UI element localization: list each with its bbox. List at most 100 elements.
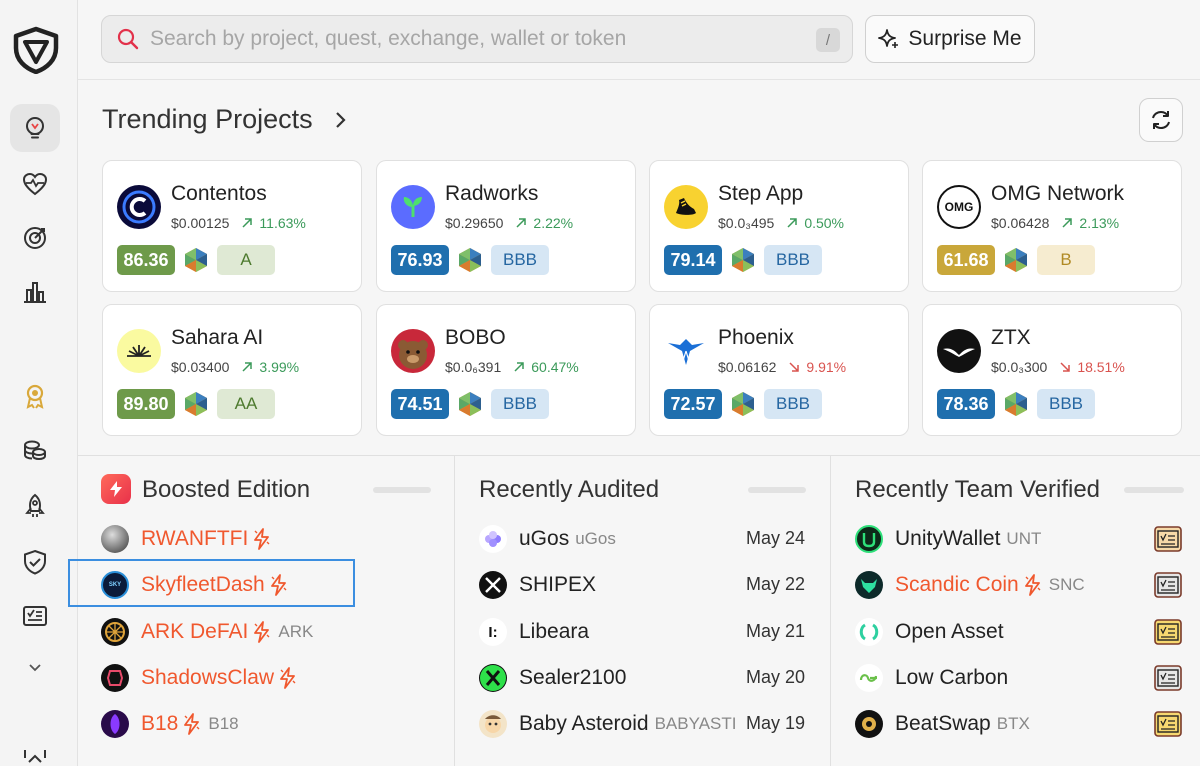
nav-rewards[interactable] <box>10 372 60 420</box>
recently-audited-title: Recently Audited <box>479 476 660 503</box>
trending-card[interactable]: Radworks $0.29650 2.22% 76.93 BBB <box>376 160 636 292</box>
nav-security[interactable] <box>10 538 60 586</box>
project-name: Sahara AI <box>171 326 264 349</box>
project-name: ShadowsClaw <box>141 666 275 689</box>
audited-list-item[interactable]: I: Libeara <box>479 614 739 650</box>
trending-projects-header[interactable]: Trending Projects <box>102 104 351 135</box>
project-name: ZTX <box>991 326 1031 349</box>
boosted-list-item[interactable]: ARK DeFAI ARK <box>101 614 313 650</box>
bobo-logo-icon <box>391 329 435 373</box>
boosted-list-item[interactable]: B18 B18 <box>101 706 239 742</box>
panels-divider <box>78 455 1200 456</box>
project-name: Sealer2100 <box>519 666 627 689</box>
open-asset-logo-icon <box>855 618 883 646</box>
nav-target[interactable] <box>10 214 60 262</box>
project-price: $0.0₃300 <box>991 359 1048 375</box>
project-name: Low Carbon <box>895 666 1009 689</box>
security-rating: AA <box>217 389 275 419</box>
security-rating: B <box>1037 245 1095 275</box>
project-price-row: $0.0₆391 60.47% <box>445 359 579 375</box>
project-price-row: $0.06428 2.13% <box>991 215 1119 231</box>
audited-list-item[interactable]: Sealer2100 <box>479 660 739 696</box>
price-change: 18.51% <box>1059 359 1125 375</box>
baby-asteroid-logo-icon <box>479 710 507 738</box>
ugos-logo-icon <box>479 525 507 553</box>
price-change: 0.50% <box>786 215 844 231</box>
price-change: 2.13% <box>1061 215 1119 231</box>
surprise-me-label: Surprise Me <box>908 27 1022 50</box>
search-box[interactable]: / <box>101 15 853 63</box>
search-input[interactable] <box>150 27 790 51</box>
heart-pulse-icon <box>22 172 48 196</box>
audit-date: May 22 <box>746 574 806 594</box>
audited-list-item[interactable]: uGos uGos <box>479 521 739 557</box>
nav-tokens[interactable] <box>10 426 60 474</box>
trending-card[interactable]: BOBO $0.0₆391 60.47% 74.51 BBB <box>376 304 636 436</box>
award-ribbon-icon <box>26 384 44 409</box>
trending-card[interactable]: Contentos $0.00125 11.63% 86.36 A <box>102 160 362 292</box>
arrow-up-right-icon <box>787 218 798 228</box>
security-rating: BBB <box>491 389 549 419</box>
verified-list-item[interactable]: Open Asset <box>855 614 1004 650</box>
project-price-row: $0.06162 9.91% <box>718 359 846 375</box>
surprise-me-button[interactable]: Surprise Me <box>865 15 1035 63</box>
audited-list-item[interactable]: SHIPEX <box>479 567 739 603</box>
security-score: 76.93 <box>391 245 449 275</box>
project-name: Scandic Coin <box>895 573 1019 596</box>
boosted-list-item[interactable]: RWANFTFI <box>101 521 272 557</box>
nav-leaderboard[interactable] <box>10 268 60 316</box>
rocket-icon <box>25 493 45 517</box>
sahara-ai-logo-icon <box>117 329 161 373</box>
sparkle-icon <box>878 29 899 48</box>
ztx-logo-icon <box>937 329 981 373</box>
verified-list-item[interactable]: Low Carbon <box>855 660 1008 696</box>
boost-bolt-icon <box>184 713 200 735</box>
security-score: 78.36 <box>937 389 995 419</box>
nav-kyc[interactable] <box>10 592 60 640</box>
trending-card[interactable]: OMG OMG Network $0.06428 2.13% 61.68 B <box>922 160 1182 292</box>
boost-bolt-icon <box>280 667 296 689</box>
lightbulb-icon <box>26 117 44 139</box>
arrow-up-right-icon <box>516 218 527 228</box>
arrow-up-right-icon <box>242 218 253 228</box>
security-rating: BBB <box>491 245 549 275</box>
trending-card[interactable]: Sahara AI $0.03400 3.99% 89.80 AA <box>102 304 362 436</box>
nav-trending[interactable] <box>10 104 60 152</box>
project-name: RWANFTFI <box>141 527 249 550</box>
project-ticker: UNT <box>1006 529 1042 548</box>
security-score: 86.36 <box>117 245 175 275</box>
phoenix-logo-icon <box>664 329 708 373</box>
search-shortcut-key: / <box>816 28 840 52</box>
verified-list-item[interactable]: UnityWallet UNT <box>855 521 1041 557</box>
verified-list-item[interactable]: BeatSwap BTX <box>855 706 1030 742</box>
nav-health[interactable] <box>10 160 60 208</box>
certik-hex-logo-icon <box>459 248 481 272</box>
shipex-logo-icon <box>479 571 507 599</box>
kyc-certificate-icon <box>1154 619 1182 645</box>
certik-hex-logo-icon <box>732 392 754 416</box>
omg-network-logo-icon: OMG <box>937 185 981 229</box>
nav-settings[interactable] <box>10 742 60 766</box>
verified-list-item[interactable]: Scandic Coin SNC <box>855 567 1085 603</box>
trending-card[interactable]: Step App $0.0₃495 0.50% 79.14 BBB <box>649 160 909 292</box>
boost-bolt-icon <box>254 621 270 643</box>
nav-more[interactable] <box>10 644 60 692</box>
certik-logo-icon[interactable] <box>12 26 60 74</box>
price-change-value: 60.47% <box>531 359 579 375</box>
audited-list-item[interactable]: Baby Asteroid BABYASTI <box>479 706 739 742</box>
certik-hex-logo-icon <box>459 392 481 416</box>
nav-launch[interactable] <box>10 482 60 530</box>
project-price-row: $0.03400 3.99% <box>171 359 299 375</box>
security-score: 72.57 <box>664 389 722 419</box>
project-price-row: $0.0₃300 18.51% <box>991 359 1125 375</box>
boosted-list-item[interactable]: ShadowsClaw <box>101 660 298 696</box>
boost-lightning-icon <box>101 474 131 504</box>
refresh-button[interactable] <box>1139 98 1183 142</box>
sealer2100-logo-icon <box>479 664 507 692</box>
project-name: Libeara <box>519 620 590 643</box>
trending-card[interactable]: ZTX $0.0₃300 18.51% 78.36 BBB <box>922 304 1182 436</box>
trending-card[interactable]: Phoenix $0.06162 9.91% 72.57 BBB <box>649 304 909 436</box>
project-price: $0.00125 <box>171 215 230 231</box>
security-score: 61.68 <box>937 245 995 275</box>
project-ticker: BABYASTI <box>654 714 737 733</box>
